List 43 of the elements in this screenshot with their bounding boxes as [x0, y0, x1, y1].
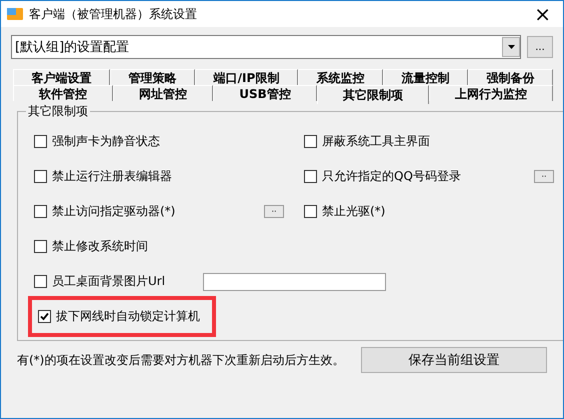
tab[interactable]: 系统监控	[298, 69, 383, 85]
tab[interactable]: 端口/IP限制	[195, 69, 298, 85]
dropdown-button[interactable]	[502, 37, 520, 57]
group-title: 其它限制项	[27, 103, 89, 120]
caret-icon	[508, 45, 514, 49]
check-icon	[40, 312, 49, 321]
option-label: 禁止修改系统时间	[52, 238, 148, 255]
checkbox[interactable]	[34, 205, 47, 218]
checkbox[interactable]	[304, 135, 317, 148]
tab[interactable]: 网址管控	[113, 85, 214, 101]
more-button[interactable]: ...	[527, 36, 553, 58]
option-label: 拔下网线时自动锁定计算机	[56, 308, 200, 325]
restart-note: 有(*)的项在设置改变后需要对方机器下次重新启动后方生效。	[17, 352, 344, 368]
url-field[interactable]	[203, 272, 386, 290]
tab[interactable]: USB管控	[213, 85, 317, 101]
save-button[interactable]: 保存当前组设置	[361, 347, 547, 373]
option-label: 禁止访问指定驱动器(*)	[52, 203, 176, 220]
option-label: 强制声卡为静音状态	[52, 133, 160, 150]
checkbox[interactable]	[34, 240, 47, 253]
close-button[interactable]: ×	[528, 4, 557, 24]
option-label: 屏蔽系统工具主界面	[322, 133, 430, 150]
app-icon	[7, 7, 23, 21]
tab[interactable]: 流量控制	[382, 69, 468, 85]
tab[interactable]: 软件管控	[13, 85, 114, 101]
option-label: 禁止运行注册表编辑器	[52, 168, 172, 185]
checkbox[interactable]	[34, 170, 47, 183]
option-label: 禁止光驱(*)	[322, 203, 386, 220]
checkbox[interactable]	[304, 205, 317, 218]
option-label: 员工桌面背景图片Url	[52, 273, 166, 290]
checkbox[interactable]	[34, 275, 47, 288]
browse-button[interactable]: ··	[534, 170, 554, 183]
tab[interactable]: 客户端设置	[13, 69, 110, 85]
checkbox[interactable]	[34, 135, 47, 148]
tab[interactable]: 上网行为监控	[428, 85, 554, 101]
browse-button[interactable]: ··	[264, 205, 284, 218]
checkbox[interactable]	[304, 170, 317, 183]
tab[interactable]: 强制备份	[468, 69, 554, 85]
checkbox[interactable]	[38, 310, 51, 323]
profile-dropdown[interactable]: [默认组]的设置配置	[11, 35, 521, 59]
option-label: 只允许指定的QQ号码登录	[322, 168, 461, 185]
tab[interactable]: 其它限制项	[316, 85, 429, 104]
window-title: 客户端（被管理机器）系统设置	[29, 6, 198, 22]
tab[interactable]: 管理策略	[110, 69, 196, 85]
